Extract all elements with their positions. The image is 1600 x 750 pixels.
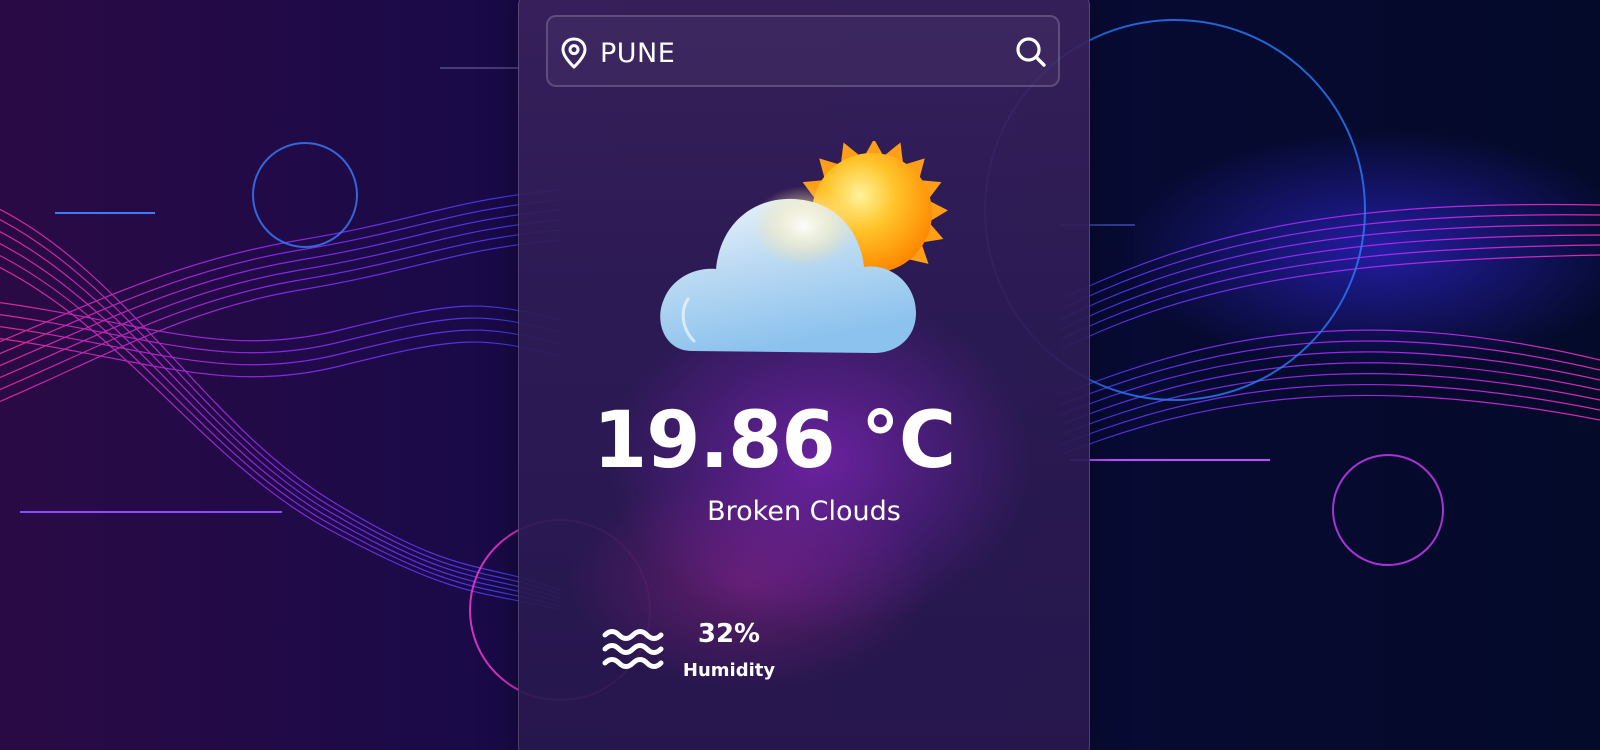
search-box[interactable] xyxy=(546,15,1060,87)
temperature: 19.86 °C xyxy=(592,396,956,486)
humidity-label: Humidity xyxy=(682,660,776,681)
humidity-waves-icon xyxy=(602,629,664,669)
cloud-sun-icon xyxy=(660,141,948,353)
humidity-value: 32% xyxy=(697,619,761,649)
city-search-input[interactable] xyxy=(600,31,980,75)
weather-card: 19.86 °C Broken Clouds 32% Humidity xyxy=(518,0,1090,750)
location-pin-icon xyxy=(561,37,587,69)
magnifier-icon[interactable] xyxy=(1014,35,1048,69)
weather-app: 19.86 °C Broken Clouds 32% Humidity xyxy=(0,0,1600,750)
weather-description: Broken Clouds xyxy=(707,496,901,527)
